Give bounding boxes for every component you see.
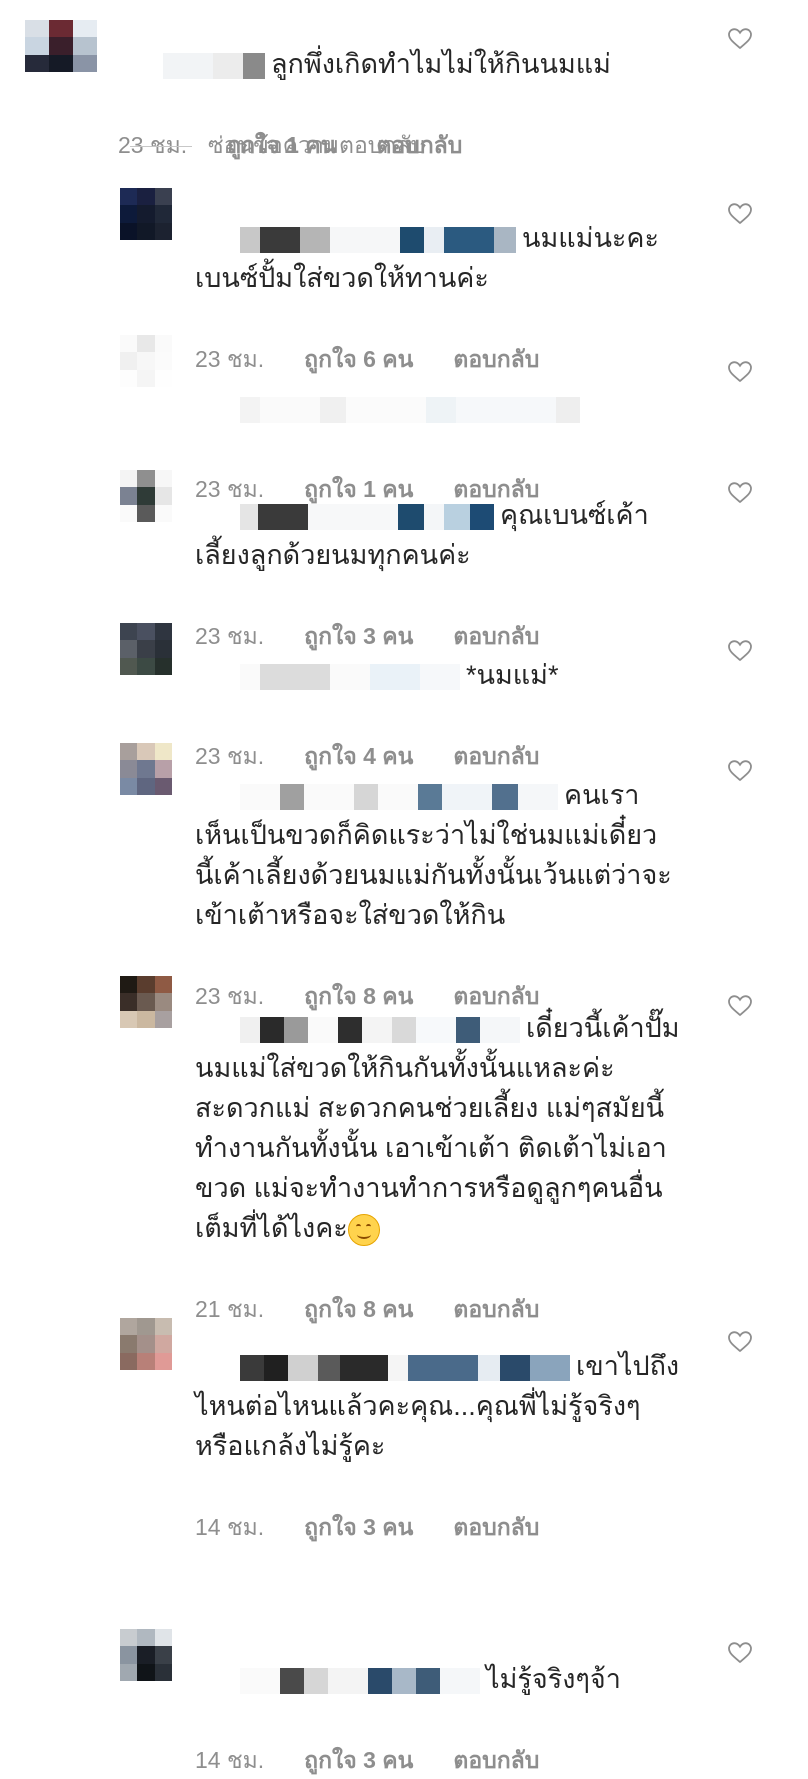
username-blurred[interactable] <box>163 52 266 79</box>
comment-time: 14 ชม. <box>195 1747 265 1773</box>
avatar[interactable] <box>120 1629 172 1681</box>
username-blurred[interactable] <box>240 663 461 690</box>
heart-icon[interactable] <box>728 760 752 782</box>
heart-icon[interactable] <box>728 995 752 1017</box>
comment-text: *นมแม่* <box>466 660 559 690</box>
username-blurred[interactable] <box>240 783 559 810</box>
reply-button[interactable]: ตอบกลับ <box>453 1510 539 1546</box>
avatar[interactable] <box>25 20 97 72</box>
hide-replies-button[interactable]: ซ่อนข้อความตอบกลับ <box>130 128 425 164</box>
heart-icon[interactable] <box>728 1331 752 1353</box>
username-blurred[interactable] <box>240 1016 521 1043</box>
avatar[interactable] <box>120 743 172 795</box>
username-blurred[interactable] <box>240 1354 571 1381</box>
divider-line <box>130 145 192 147</box>
heart-icon[interactable] <box>728 482 752 504</box>
like-count[interactable]: ถูกใจ 3 คน <box>304 1510 413 1546</box>
heart-icon[interactable] <box>728 1642 752 1664</box>
comment-text: เดี๋ยวนี้เค้าปั๊ม นมแม่ใส่ขวดให้กินกันทั… <box>195 1013 680 1243</box>
like-count[interactable]: ถูกใจ 3 คน <box>304 1743 413 1779</box>
avatar[interactable] <box>120 976 172 1028</box>
avatar[interactable] <box>120 335 172 387</box>
smiling-face-emoji <box>347 1213 380 1246</box>
avatar[interactable] <box>120 623 172 675</box>
heart-icon[interactable] <box>728 361 752 383</box>
avatar[interactable] <box>120 188 172 240</box>
comment-text: ไม่รู้จริงๆจ้า <box>486 1664 621 1694</box>
hide-replies-label: ซ่อนข้อความตอบกลับ <box>208 132 426 158</box>
heart-icon[interactable] <box>728 28 752 50</box>
username-blurred[interactable] <box>240 503 495 530</box>
heart-icon[interactable] <box>728 640 752 662</box>
heart-icon[interactable] <box>728 203 752 225</box>
username-blurred[interactable] <box>240 396 581 423</box>
username-blurred[interactable] <box>240 1667 481 1694</box>
avatar[interactable] <box>120 1318 172 1370</box>
avatar[interactable] <box>120 470 172 522</box>
username-blurred[interactable] <box>240 226 517 253</box>
reply-button[interactable]: ตอบกลับ <box>453 1743 539 1779</box>
comment-time: 14 ชม. <box>195 1514 265 1540</box>
comment-text: ลูกพึ่งเกิดทำไมไม่ให้กินนมแม่ <box>271 49 611 79</box>
